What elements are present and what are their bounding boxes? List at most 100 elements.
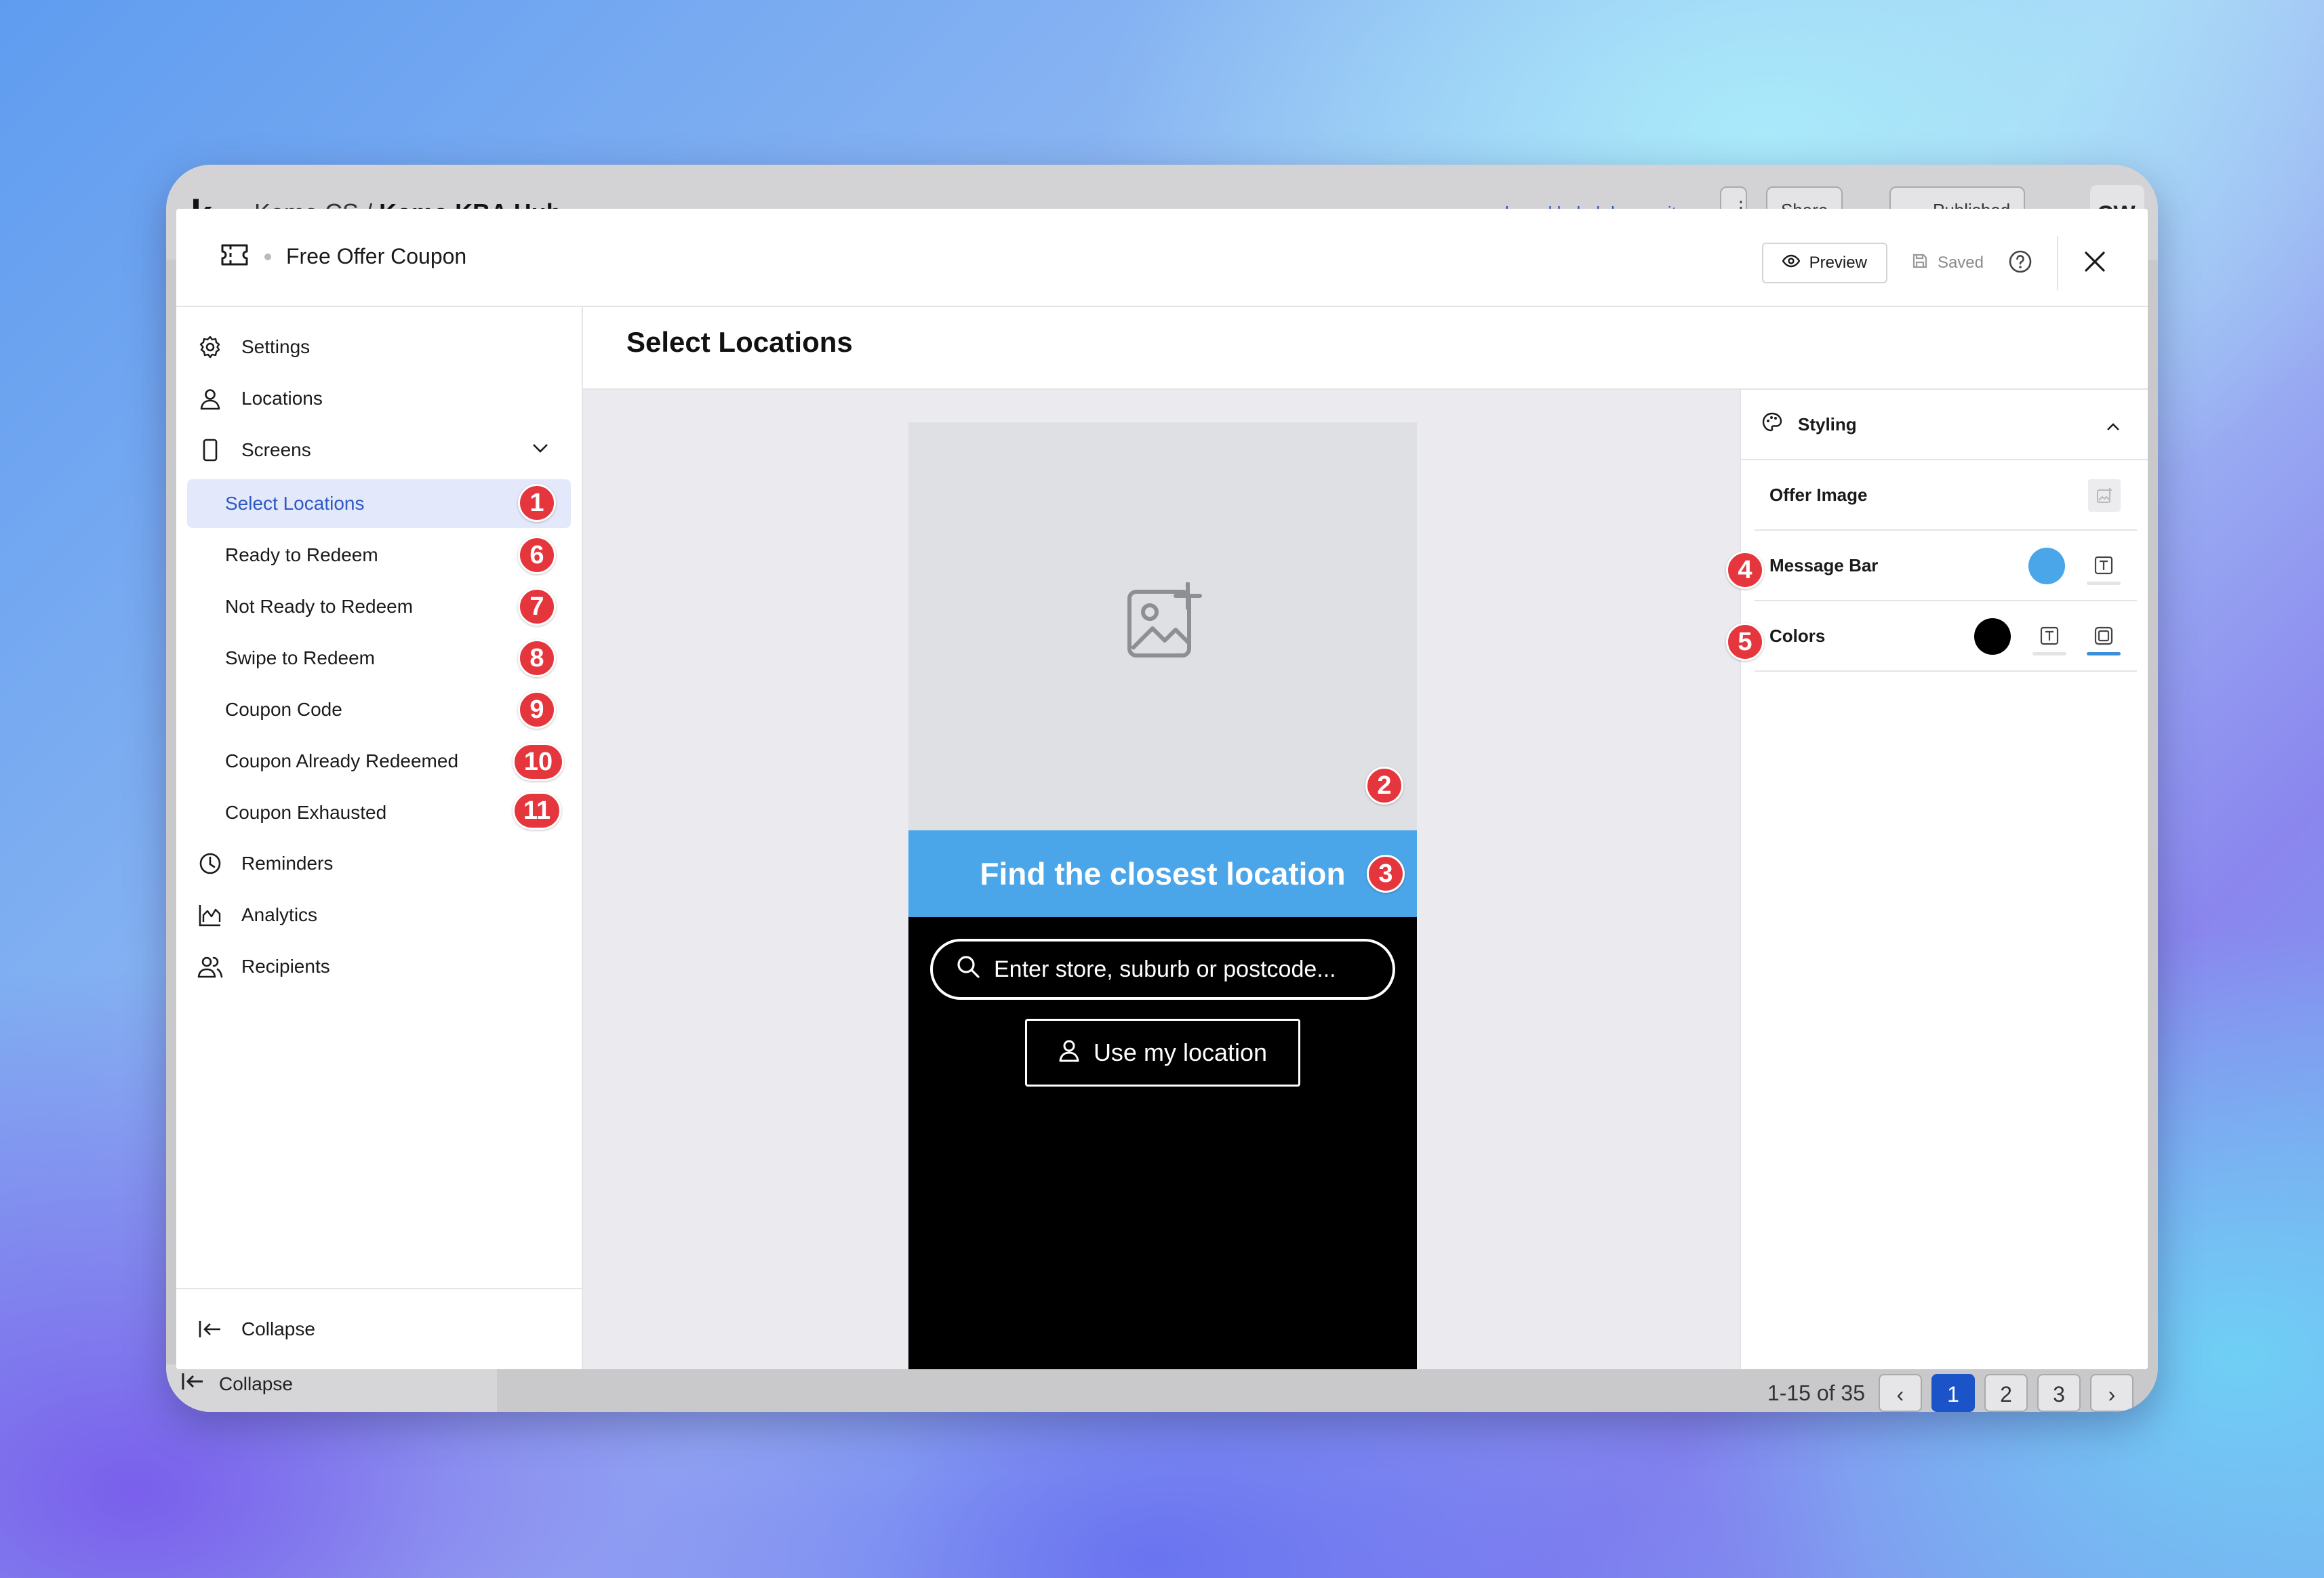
collapse-icon bbox=[197, 1316, 224, 1343]
eye-icon bbox=[1782, 254, 1800, 272]
sidebar-item-recipients[interactable]: Recipients bbox=[197, 943, 330, 990]
screen-item-not-ready-to-redeem[interactable]: Not Ready to Redeem bbox=[187, 582, 571, 631]
annotation-badge: 6 bbox=[518, 536, 556, 574]
sidebar-item-label: Recipients bbox=[241, 956, 330, 977]
sidebar-item-label: Analytics bbox=[241, 904, 318, 925]
location-search-input[interactable]: Enter store, suburb or postcode... bbox=[930, 939, 1395, 1000]
editor-modal: Free Offer Coupon Preview Saved Settings… bbox=[176, 209, 2148, 1369]
chart-icon bbox=[197, 902, 224, 929]
styling-row-label: Offer Image bbox=[1769, 484, 1868, 505]
sidebar-item-settings[interactable]: Settings bbox=[197, 323, 310, 371]
use-my-location-button[interactable]: Use my location bbox=[1025, 1019, 1300, 1087]
preview-button[interactable]: Preview bbox=[1761, 243, 1887, 283]
users-icon bbox=[197, 953, 224, 980]
sidebar-item-label: Screens bbox=[241, 439, 311, 460]
pagination: 1-15 of 35 ‹ 1 2 3 › bbox=[1767, 1374, 2133, 1412]
modal-actions: Preview Saved bbox=[1761, 236, 2107, 290]
text-style-icon[interactable] bbox=[2087, 548, 2121, 585]
save-icon bbox=[1912, 253, 1928, 274]
title-dot bbox=[264, 253, 271, 260]
annotation-badge: 10 bbox=[513, 743, 564, 781]
offer-image-placeholder[interactable] bbox=[908, 422, 1417, 830]
modal-title-group: Free Offer Coupon bbox=[220, 243, 466, 270]
sidebar-item-screens[interactable]: Screens bbox=[197, 426, 311, 474]
background-collapse-button[interactable]: Collapse bbox=[181, 1372, 293, 1396]
styling-row-colors: Colors bbox=[1755, 601, 2137, 672]
sidebar-footer: Collapse bbox=[176, 1288, 582, 1369]
palette-icon bbox=[1761, 411, 1783, 438]
modal-header: Free Offer Coupon Preview Saved bbox=[176, 209, 2148, 307]
image-picker-icon[interactable] bbox=[2088, 479, 2121, 512]
annotation-badge: 9 bbox=[518, 691, 556, 729]
gear-icon bbox=[197, 333, 224, 361]
screen-item-label: Swipe to Redeem bbox=[225, 647, 376, 668]
background-color-icon[interactable] bbox=[2087, 619, 2121, 655]
screen-item-ready-to-redeem[interactable]: Ready to Redeem bbox=[187, 531, 571, 580]
text-color-icon[interactable] bbox=[2032, 619, 2066, 655]
screen-item-swipe-to-redeem[interactable]: Swipe to Redeem bbox=[187, 634, 571, 683]
annotation-badge: 4 bbox=[1726, 551, 1764, 589]
styling-row-offer-image: Offer Image bbox=[1755, 460, 2137, 531]
screen-item-label: Coupon Code bbox=[225, 699, 342, 720]
message-bar-color-swatch[interactable] bbox=[2028, 548, 2065, 584]
modal-title: Free Offer Coupon bbox=[286, 244, 467, 268]
message-bar-text: Find the closest location bbox=[980, 856, 1346, 891]
screen-item-coupon-code[interactable]: Coupon Code bbox=[187, 685, 571, 734]
ticket-icon bbox=[220, 243, 249, 270]
screen-item-label: Select Locations bbox=[225, 493, 365, 514]
screen-item-label: Coupon Exhausted bbox=[225, 802, 387, 823]
page-3-button[interactable]: 3 bbox=[2037, 1374, 2081, 1412]
screen-item-select-locations[interactable]: Select Locations bbox=[187, 479, 571, 528]
chevron-up-icon[interactable] bbox=[2106, 416, 2121, 437]
sidebar: Settings Locations Screens Select Locati… bbox=[176, 307, 583, 1369]
screen-item-label: Not Ready to Redeem bbox=[225, 596, 414, 617]
main-content: Select Locations 2 Find the closest loca… bbox=[583, 307, 2148, 1369]
collapse-icon bbox=[181, 1372, 205, 1396]
annotation-badge: 1 bbox=[518, 484, 556, 522]
sidebar-item-label: Settings bbox=[241, 336, 310, 357]
use-my-location-label: Use my location bbox=[1093, 1038, 1268, 1066]
page-1-button[interactable]: 1 bbox=[1931, 1374, 1975, 1412]
annotation-badge: 7 bbox=[518, 588, 556, 626]
screen-item-label: Ready to Redeem bbox=[225, 544, 378, 565]
colors-swatch[interactable] bbox=[1974, 618, 2011, 655]
page-2-button[interactable]: 2 bbox=[1984, 1374, 2028, 1412]
search-placeholder: Enter store, suburb or postcode... bbox=[994, 956, 1336, 982]
sidebar-item-reminders[interactable]: Reminders bbox=[197, 840, 333, 887]
styling-title: Styling bbox=[1798, 413, 1857, 434]
user-pin-icon bbox=[1058, 1038, 1080, 1068]
phone-preview: 2 Find the closest location 3 Enter stor… bbox=[908, 422, 1417, 1369]
clock-icon bbox=[197, 850, 224, 877]
page-title: Select Locations bbox=[626, 326, 853, 358]
phone-icon bbox=[197, 437, 224, 464]
text-color-underline bbox=[2032, 652, 2066, 655]
preview-label: Preview bbox=[1809, 254, 1867, 272]
collapse-label: Collapse bbox=[241, 1318, 315, 1339]
saved-status: Saved bbox=[1912, 253, 1984, 274]
annotation-badge: 2 bbox=[1365, 767, 1403, 805]
user-pin-icon bbox=[197, 385, 224, 412]
styling-panel: Styling Offer Image Message Bar 4 Colors… bbox=[1726, 388, 2148, 1369]
text-style-underline bbox=[2087, 582, 2121, 585]
sidebar-item-analytics[interactable]: Analytics bbox=[197, 891, 317, 939]
saved-label: Saved bbox=[1937, 254, 1984, 272]
styling-row-label: Message Bar bbox=[1769, 554, 1879, 575]
close-icon[interactable] bbox=[2083, 249, 2107, 277]
message-bar[interactable]: Find the closest location bbox=[908, 830, 1417, 917]
annotation-badge: 3 bbox=[1367, 855, 1405, 893]
chevron-down-icon[interactable] bbox=[532, 443, 549, 457]
styling-row-label: Colors bbox=[1769, 625, 1826, 646]
add-image-icon bbox=[1127, 582, 1203, 662]
prev-page-button[interactable]: ‹ bbox=[1879, 1374, 1922, 1412]
sidebar-item-locations[interactable]: Locations bbox=[197, 375, 323, 422]
pagination-range: 1-15 of 35 bbox=[1767, 1380, 1865, 1405]
background-color-underline bbox=[2087, 652, 2121, 655]
collapse-button[interactable]: Collapse bbox=[197, 1306, 315, 1353]
sidebar-item-label: Reminders bbox=[241, 853, 334, 874]
styling-header[interactable]: Styling bbox=[1741, 390, 2148, 460]
search-icon bbox=[956, 954, 980, 985]
next-page-button[interactable]: › bbox=[2090, 1374, 2133, 1412]
help-icon[interactable] bbox=[2008, 249, 2032, 277]
styling-row-message-bar: Message Bar bbox=[1755, 531, 2137, 601]
annotation-badge: 5 bbox=[1726, 623, 1764, 661]
